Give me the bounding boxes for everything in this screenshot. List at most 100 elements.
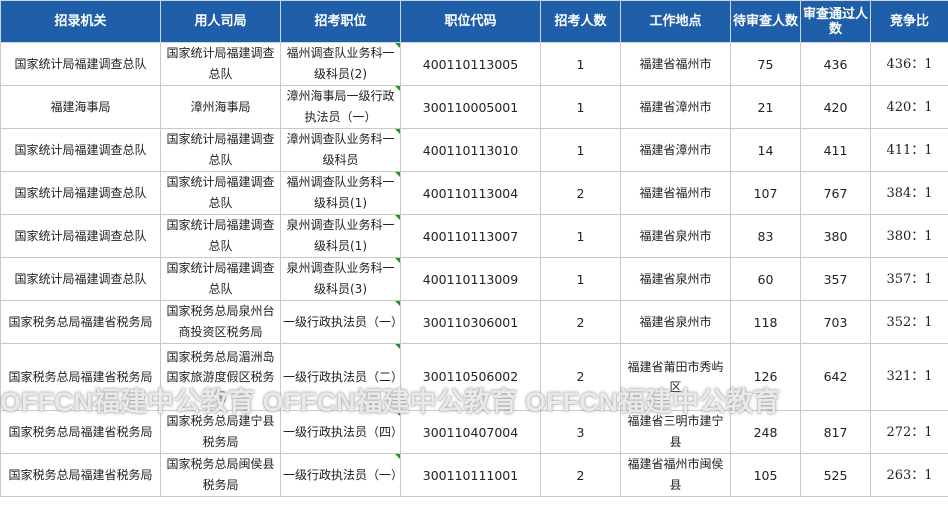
cell-count: 1 [540,85,621,129]
cell-dept: 国家统计局福建调查总队 [160,214,281,258]
cell-passed: 380 [800,214,871,258]
cell-code: 400110113005 [400,42,541,86]
col-header-pending[interactable]: 待审查人数 [730,0,801,43]
cell-position: 一级行政执法员（二） [280,343,401,411]
cell-dept: 国家税务总局建宁县税务局 [160,410,281,454]
cell-code: 400110113009 [400,257,541,301]
cell-dept: 国家统计局福建调查总队 [160,257,281,301]
col-header-org[interactable]: 招录机关 [0,0,161,43]
table-row[interactable]: 国家统计局福建调查总队 国家统计局福建调查总队 福州调查队业务科一级科员(1) … [0,171,948,215]
col-header-ratio[interactable]: 竞争比 [870,0,948,43]
cell-org: 国家统计局福建调查总队 [0,128,161,172]
cell-position: 泉州调查队业务科一级科员(3) [280,257,401,301]
cell-position: 福州调查队业务科一级科员(2) [280,42,401,86]
cell-pending: 248 [730,410,801,454]
cell-dept: 漳州海事局 [160,85,281,129]
cell-position: 一级行政执法员（一） [280,300,401,344]
cell-org: 国家统计局福建调查总队 [0,42,161,86]
cell-pending: 83 [730,214,801,258]
cell-passed: 642 [800,343,871,411]
table-row[interactable]: 国家统计局福建调查总队 国家统计局福建调查总队 福州调查队业务科一级科员(2) … [0,42,948,86]
cell-count: 1 [540,214,621,258]
table-row[interactable]: 国家统计局福建调查总队 国家统计局福建调查总队 泉州调查队业务科一级科员(1) … [0,214,948,258]
cell-passed: 525 [800,453,871,497]
cell-org: 国家税务总局福建省税务局 [0,343,161,411]
cell-location: 福建省莆田市秀屿区 [620,343,731,411]
cell-location: 福建省福州市 [620,171,731,215]
cell-count: 1 [540,257,621,301]
cell-ratio: 384：1 [870,171,948,215]
cell-pending: 107 [730,171,801,215]
cell-ratio: 420：1 [870,85,948,129]
cell-ratio: 411：1 [870,128,948,172]
header-row: 招录机关 用人司局 招考职位 职位代码 招考人数 工作地点 待审查人数 审查通过… [0,0,948,43]
cell-org: 国家统计局福建调查总队 [0,214,161,258]
cell-code: 300110306001 [400,300,541,344]
cell-org: 福建海事局 [0,85,161,129]
col-header-dept[interactable]: 用人司局 [160,0,281,43]
col-header-location[interactable]: 工作地点 [620,0,731,43]
cell-count: 2 [540,300,621,344]
cell-dept: 国家统计局福建调查总队 [160,128,281,172]
cell-passed: 817 [800,410,871,454]
cell-org: 国家统计局福建调查总队 [0,257,161,301]
cell-org: 国家税务总局福建省税务局 [0,300,161,344]
cell-position: 一级行政执法员（四） [280,410,401,454]
cell-ratio: 321：1 [870,343,948,411]
cell-pending: 14 [730,128,801,172]
cell-location: 福建省泉州市 [620,300,731,344]
table-row[interactable]: 国家税务总局福建省税务局 国家税务总局建宁县税务局 一级行政执法员（四） 300… [0,410,948,454]
cell-location: 福建省漳州市 [620,85,731,129]
cell-count: 2 [540,343,621,411]
cell-ratio: 380：1 [870,214,948,258]
col-header-code[interactable]: 职位代码 [400,0,541,43]
cell-location: 福建省泉州市 [620,257,731,301]
cell-code: 400110113004 [400,171,541,215]
cell-code: 400110113007 [400,214,541,258]
cell-pending: 60 [730,257,801,301]
cell-location: 福建省三明市建宁县 [620,410,731,454]
col-header-passed[interactable]: 审查通过人数 [800,0,871,43]
cell-passed: 357 [800,257,871,301]
cell-location: 福建省泉州市 [620,214,731,258]
cell-position: 福州调查队业务科一级科员(1) [280,171,401,215]
col-header-count[interactable]: 招考人数 [540,0,621,43]
cell-passed: 436 [800,42,871,86]
table-row[interactable]: 国家统计局福建调查总队 国家统计局福建调查总队 泉州调查队业务科一级科员(3) … [0,257,948,301]
cell-dept: 国家税务总局闽侯县税务局 [160,453,281,497]
cell-dept: 国家统计局福建调查总队 [160,171,281,215]
cell-count: 1 [540,42,621,86]
cell-org: 国家税务总局福建省税务局 [0,453,161,497]
table-row[interactable]: 国家统计局福建调查总队 国家统计局福建调查总队 漳州调查队业务科一级科员 400… [0,128,948,172]
cell-count: 2 [540,453,621,497]
cell-location: 福建省福州市闽侯县 [620,453,731,497]
cell-dept: 国家税务总局泉州台商投资区税务局 [160,300,281,344]
cell-passed: 767 [800,171,871,215]
col-header-position[interactable]: 招考职位 [280,0,401,43]
cell-position: 一级行政执法员（一） [280,453,401,497]
cell-dept: 国家统计局福建调查总队 [160,42,281,86]
cell-code: 400110113010 [400,128,541,172]
cell-ratio: 352：1 [870,300,948,344]
cell-pending: 118 [730,300,801,344]
cell-org: 国家税务总局福建省税务局 [0,410,161,454]
cell-position: 漳州海事局一级行政执法员（一） [280,85,401,129]
table-row[interactable]: 国家税务总局福建省税务局 国家税务总局湄洲岛国家旅游度假区税务局 一级行政执法员… [0,343,948,411]
cell-pending: 126 [730,343,801,411]
table-row[interactable]: 国家税务总局福建省税务局 国家税务总局闽侯县税务局 一级行政执法员（一） 300… [0,453,948,497]
cell-ratio: 357：1 [870,257,948,301]
cell-count: 3 [540,410,621,454]
cell-code: 300110506002 [400,343,541,411]
candidate-ratio-table: 招录机关 用人司局 招考职位 职位代码 招考人数 工作地点 待审查人数 审查通过… [0,0,948,497]
cell-passed: 420 [800,85,871,129]
cell-position: 漳州调查队业务科一级科员 [280,128,401,172]
cell-passed: 703 [800,300,871,344]
cell-location: 福建省漳州市 [620,128,731,172]
cell-position: 泉州调查队业务科一级科员(1) [280,214,401,258]
table-row[interactable]: 福建海事局 漳州海事局 漳州海事局一级行政执法员（一） 300110005001… [0,85,948,129]
table-row[interactable]: 国家税务总局福建省税务局 国家税务总局泉州台商投资区税务局 一级行政执法员（一）… [0,300,948,344]
cell-count: 1 [540,128,621,172]
cell-code: 300110111001 [400,453,541,497]
cell-org: 国家统计局福建调查总队 [0,171,161,215]
cell-ratio: 272：1 [870,410,948,454]
